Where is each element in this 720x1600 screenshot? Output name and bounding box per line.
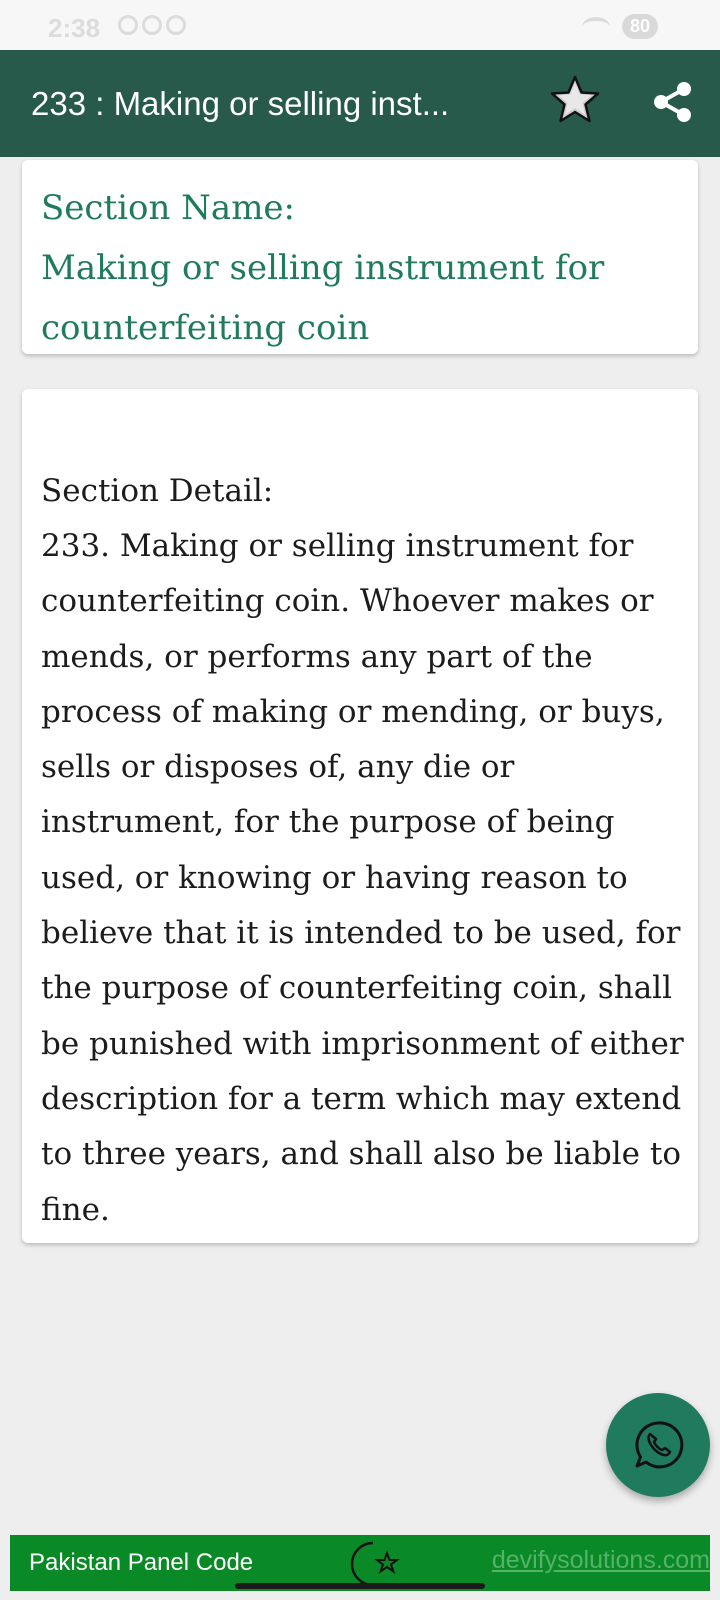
share-icon: [654, 82, 691, 122]
crescent-star-icon: [350, 1541, 400, 1587]
whatsapp-button[interactable]: [606, 1393, 710, 1497]
status-notification-icons: [118, 15, 186, 35]
page-title: 233 : Making or selling inst...: [31, 85, 450, 122]
footer-title: Pakistan Panel Code: [29, 1549, 254, 1576]
app-bar: 233 : Making or selling inst...: [0, 50, 720, 157]
footer-website-link[interactable]: devifysolutions.com: [492, 1546, 710, 1575]
share-button[interactable]: [651, 80, 695, 124]
section-name-card: Section Name: Making or selling instrume…: [22, 160, 698, 354]
section-detail-label: Section Detail:: [41, 473, 274, 509]
gesture-nav-handle[interactable]: [235, 1583, 485, 1589]
section-detail-card: Section Detail: 233. Making or selling i…: [22, 389, 698, 1243]
star-icon: [550, 75, 600, 123]
status-time: 2:38: [48, 13, 101, 43]
status-system-icons: 80: [581, 14, 658, 39]
wifi-icon: [581, 16, 610, 37]
section-name-value: Making or selling instrument for counter…: [41, 248, 605, 348]
notification-icon: [142, 15, 162, 35]
favorite-button[interactable]: [549, 74, 601, 126]
status-bar: 2:38 80: [0, 0, 720, 50]
section-name-label: Section Name:: [41, 188, 296, 228]
notification-icon: [118, 15, 138, 35]
whatsapp-icon: [635, 1421, 684, 1469]
section-detail-body: 233. Making or selling instrument for co…: [41, 528, 684, 1228]
battery-badge: 80: [621, 14, 658, 39]
notification-icon: [166, 15, 186, 35]
